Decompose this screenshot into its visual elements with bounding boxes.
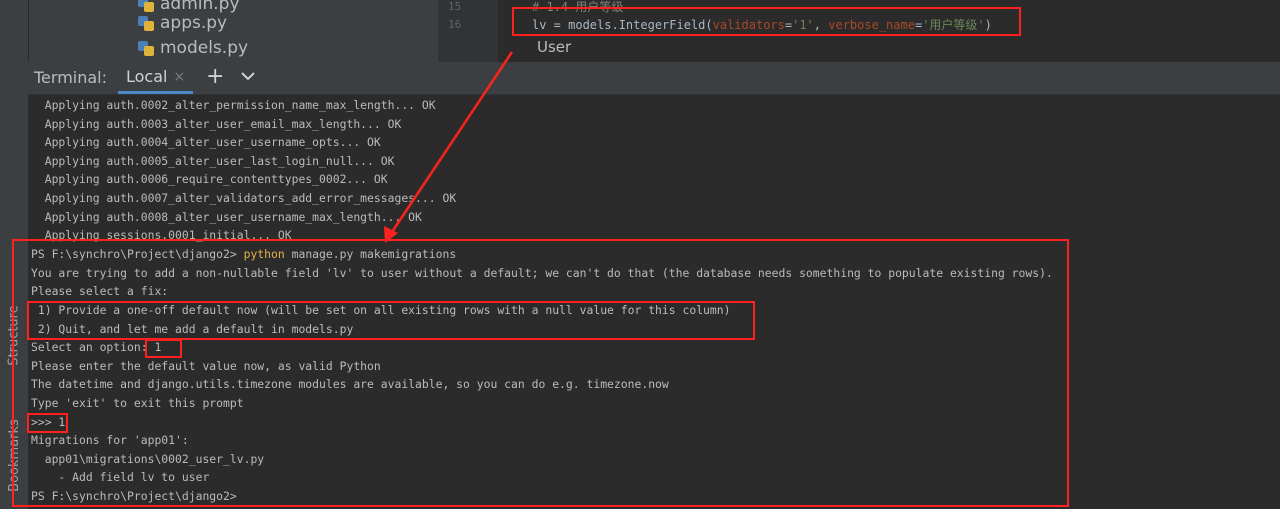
annotation-arrow xyxy=(384,51,514,243)
